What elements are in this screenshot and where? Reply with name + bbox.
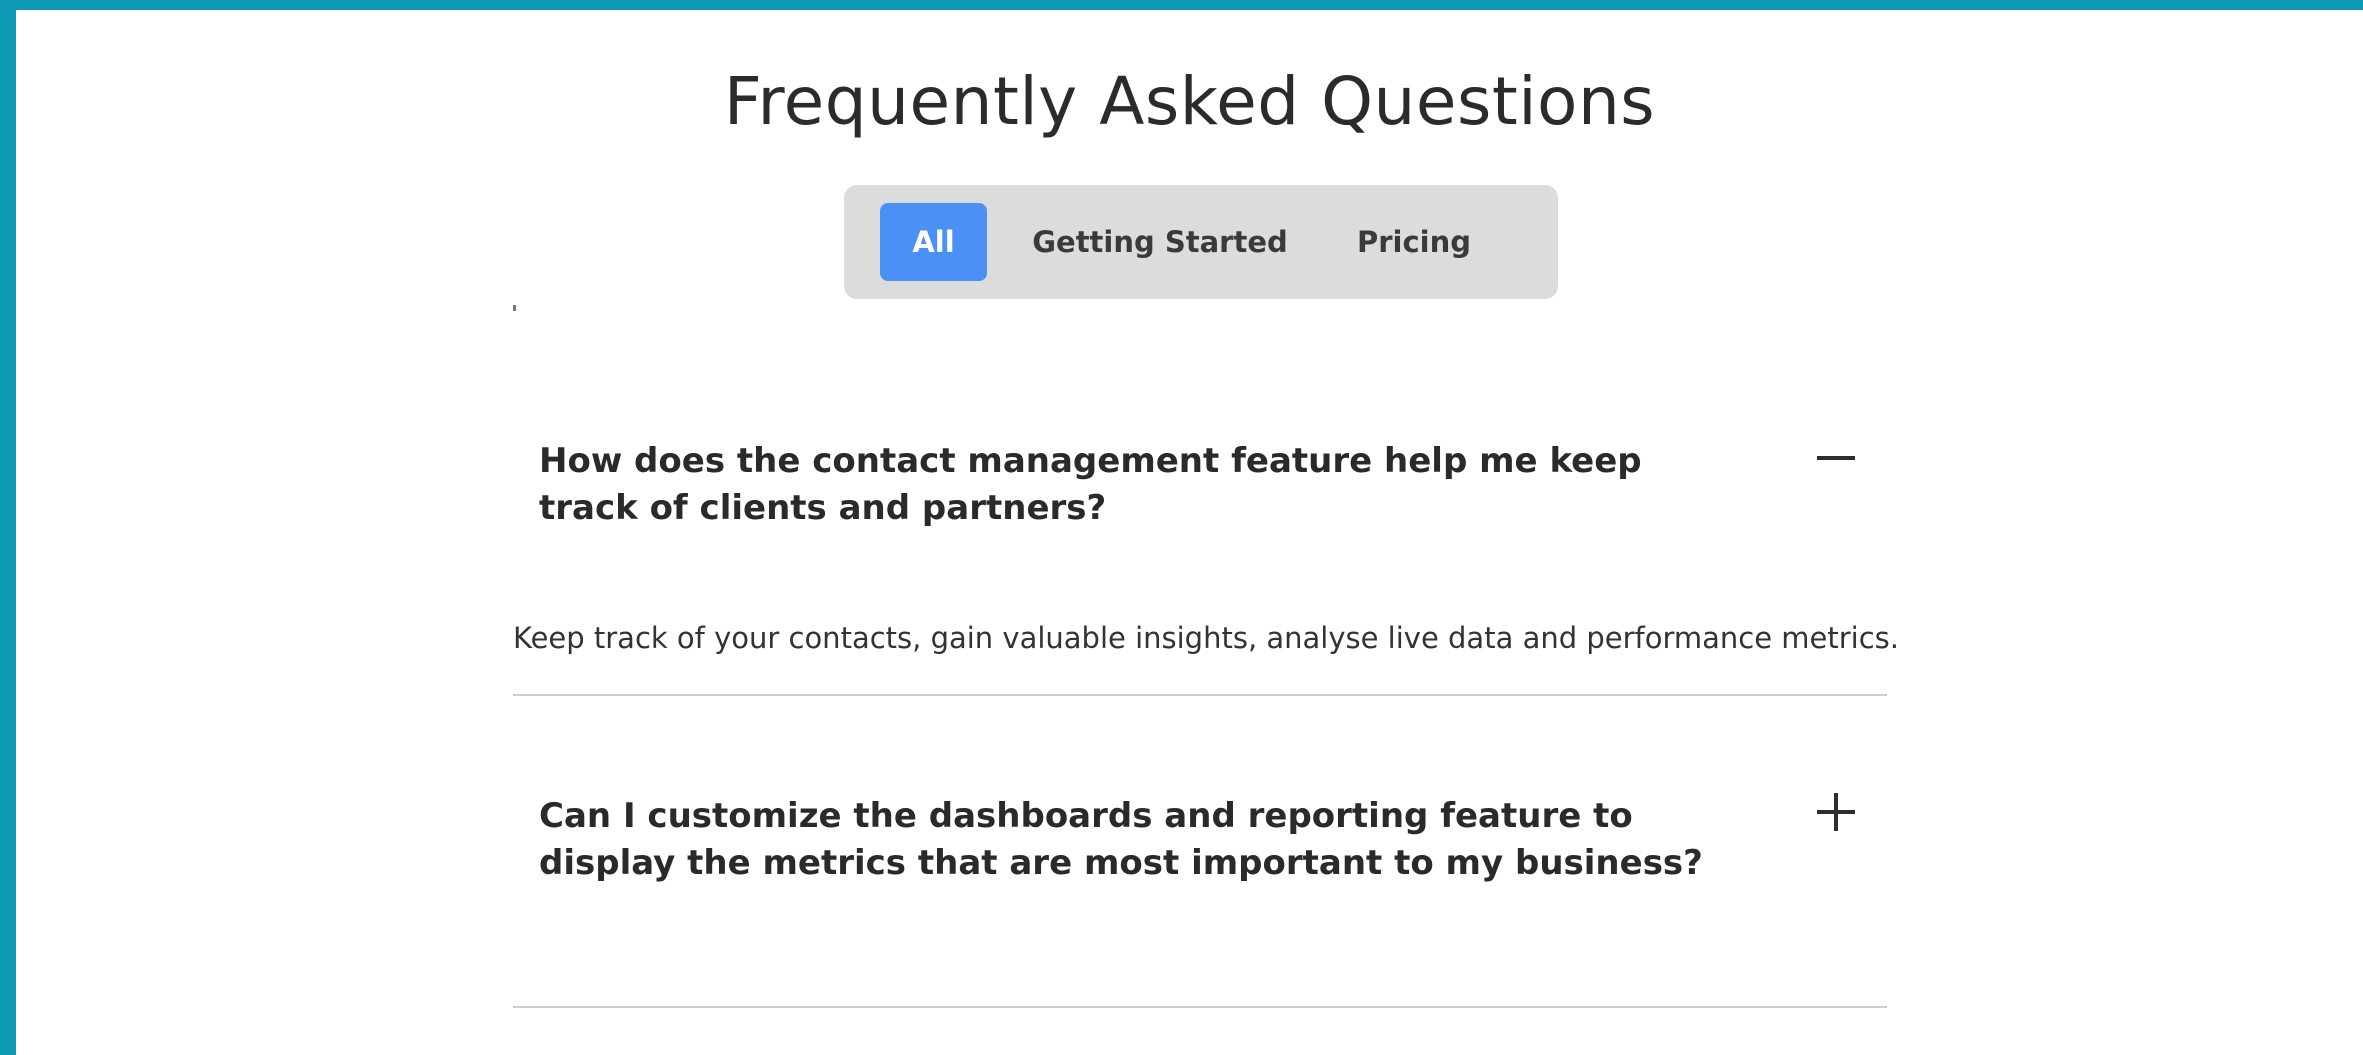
faq-page: Frequently Asked Questions All Getting S… xyxy=(16,10,2363,1055)
faq-answer: Keep track of your contacts, gain valuab… xyxy=(513,621,1899,655)
minus-icon[interactable] xyxy=(1815,437,1857,479)
stray-mark xyxy=(513,305,516,311)
tab-getting-started[interactable]: Getting Started xyxy=(1020,203,1300,281)
divider xyxy=(513,694,1887,696)
faq-question[interactable]: How does the contact management feature … xyxy=(539,438,1749,532)
faq-question[interactable]: Can I customize the dashboards and repor… xyxy=(539,793,1749,887)
category-tabs: All Getting Started Pricing xyxy=(844,185,1558,299)
plus-icon[interactable] xyxy=(1815,791,1857,833)
page-title: Frequently Asked Questions xyxy=(723,63,1656,140)
tab-pricing[interactable]: Pricing xyxy=(1344,203,1484,281)
tab-all[interactable]: All xyxy=(880,203,987,281)
divider xyxy=(513,1006,1887,1008)
